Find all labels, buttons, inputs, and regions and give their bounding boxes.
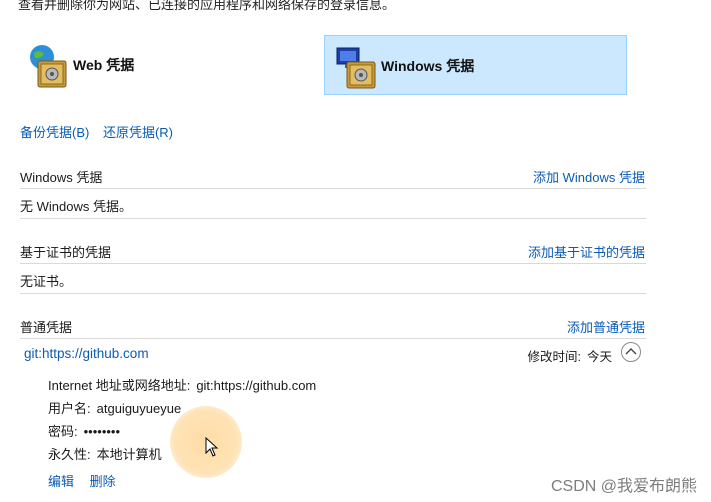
watermark-text: CSDN @我爱布朗熊 [550, 478, 697, 495]
add-generic-credential-link[interactable]: 添加普通凭据 [567, 317, 645, 336]
vault-monitor-icon [336, 47, 376, 89]
credential-actions: 编辑 删除 [48, 471, 116, 490]
add-certificate-credential-link[interactable]: 添加基于证书的凭据 [528, 242, 645, 261]
address-label: Internet 地址或网络地址: [48, 378, 191, 393]
windows-credentials-empty: 无 Windows 凭据。 [20, 199, 132, 214]
credential-name[interactable]: git:https://github.com [24, 346, 149, 361]
modified-value: 今天 [586, 350, 612, 364]
detail-password: 密码: •••••••• [48, 421, 120, 440]
delete-link[interactable]: 删除 [90, 474, 116, 489]
tab-windows-label: Windows 凭据 [381, 58, 475, 74]
collapse-credential-button[interactable] [621, 342, 641, 362]
username-value: atguiguyueyue [96, 401, 182, 416]
intro-text: 查看并删除你为网站、已连接的应用程序和网络保存的登录信息。 [18, 0, 396, 12]
detail-address: Internet 地址或网络地址: git:https://github.com [48, 375, 316, 394]
credential-modified: 修改时间: 今天 [528, 346, 613, 365]
divider [20, 338, 646, 339]
windows-credentials-heading: Windows 凭据 [20, 170, 103, 185]
chevron-up-icon [625, 348, 637, 355]
password-label: 密码: [48, 424, 78, 439]
restore-credentials-link[interactable]: 还原凭据(R) [103, 125, 173, 140]
address-value: git:https://github.com [196, 378, 317, 393]
modified-label: 修改时间: [527, 350, 581, 364]
certificate-credentials-heading: 基于证书的凭据 [20, 245, 112, 260]
divider [20, 263, 646, 264]
username-label: 用户名: [48, 401, 91, 416]
certificate-credentials-empty: 无证书。 [20, 274, 73, 289]
persistence-value: 本地计算机 [96, 447, 162, 462]
divider [20, 293, 646, 294]
password-value: •••••••• [83, 424, 121, 439]
detail-persistence: 永久性: 本地计算机 [48, 444, 162, 463]
mouse-pointer-icon [205, 437, 219, 457]
detail-username: 用户名: atguiguyueyue [48, 398, 181, 417]
generic-credentials-heading: 普通凭据 [20, 320, 73, 335]
backup-credentials-link[interactable]: 备份凭据(B) [20, 125, 89, 140]
divider [20, 188, 646, 189]
persistence-label: 永久性: [48, 447, 91, 462]
add-windows-credential-link[interactable]: 添加 Windows 凭据 [533, 167, 645, 186]
edit-link[interactable]: 编辑 [48, 474, 74, 489]
tab-web-label: Web 凭据 [73, 57, 135, 73]
vault-globe-icon [30, 45, 67, 88]
tab-windows-credentials[interactable]: Windows 凭据 [324, 35, 627, 95]
divider [20, 218, 646, 219]
backup-restore-links: 备份凭据(B) 还原凭据(R) [20, 122, 173, 141]
tab-web-credentials[interactable]: Web 凭据 [18, 35, 298, 95]
